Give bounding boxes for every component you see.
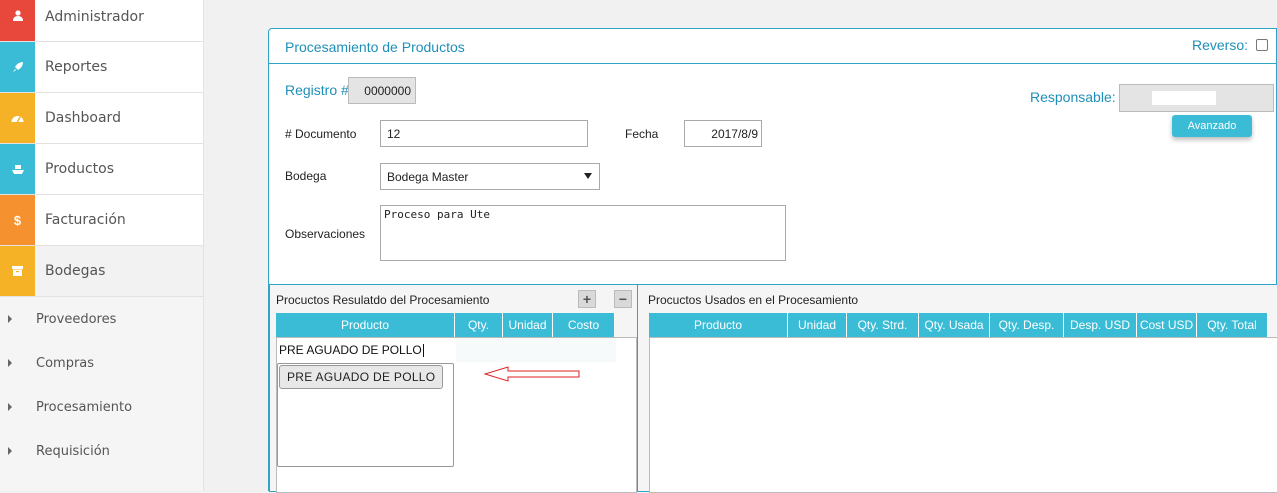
panel-divider [269, 63, 1276, 64]
ship-icon [0, 144, 35, 194]
sidebar-subitem-requisicion[interactable]: Requisición [0, 429, 203, 473]
sidebar-item-reportes[interactable]: Reportes [0, 42, 203, 93]
registro-label: Registro # [285, 82, 349, 98]
caret-right-icon [8, 447, 12, 455]
reverso-label: Reverso: [1191, 37, 1248, 53]
sidebar-subitem-label: Proveedores [36, 311, 117, 327]
resultado-panel: Procuctos Resulatdo del Procesamiento + … [269, 284, 638, 493]
panel-title: Procesamiento de Productos [285, 39, 465, 55]
redacted-value [1152, 91, 1216, 105]
usados-title: Procuctos Usados en el Procesamiento [648, 293, 859, 307]
archive-icon [0, 246, 35, 296]
column-header[interactable]: Qty. Desp. [990, 313, 1064, 337]
sidebar-item-label: Dashboard [45, 110, 121, 126]
sidebar-item-label: Productos [45, 161, 115, 177]
bodega-selected-value: Bodega Master [387, 169, 469, 184]
sidebar-subitem-label: Requisición [36, 443, 110, 459]
sidebar-item-label: Facturación [45, 212, 126, 228]
usados-table-body [649, 337, 1277, 493]
chevron-down-icon [584, 173, 592, 179]
row-cells [456, 338, 616, 362]
column-header[interactable]: Costo [553, 313, 615, 337]
registro-field: 0000000 [348, 77, 416, 104]
bodega-label: Bodega [285, 169, 327, 183]
fecha-label: Fecha [625, 127, 659, 141]
reverso-checkbox[interactable] [1256, 39, 1268, 51]
usados-panel: Procuctos Usados en el Procesamiento Pro… [638, 284, 1277, 493]
sidebar-item-bodegas[interactable]: Bodegas [0, 246, 203, 297]
column-header[interactable]: Unidad [503, 313, 553, 337]
column-header[interactable]: Desp. USD [1064, 313, 1137, 337]
caret-right-icon [8, 403, 12, 411]
dashboard-icon [0, 93, 35, 143]
text-cursor [422, 343, 424, 357]
sidebar-item-label: Reportes [45, 59, 108, 75]
sidebar-item-administrador[interactable]: Administrador [0, 0, 203, 42]
sidebar-subitem-procesamiento[interactable]: Procesamiento [0, 385, 203, 429]
sidebar-item-label: Bodegas [45, 263, 106, 279]
sidebar-subitem-label: Procesamiento [36, 399, 133, 415]
sidebar-subitem-label: Compras [36, 355, 95, 371]
add-row-button[interactable]: + [578, 290, 596, 308]
sidebar: Administrador Reportes Dashboard Product… [0, 0, 204, 491]
column-header[interactable]: Qty. [455, 313, 503, 337]
avanzado-button[interactable]: Avanzado [1172, 115, 1252, 137]
documento-label: # Documento [285, 127, 357, 141]
bodega-select[interactable]: Bodega Master [380, 163, 600, 190]
producto-input[interactable]: PRE AGUADO DE POLLO [277, 338, 454, 362]
sidebar-item-label: Administrador [45, 9, 144, 25]
dollar-icon: $ [0, 195, 35, 245]
documento-input[interactable]: 12 [380, 120, 588, 147]
fecha-input[interactable]: 2017/8/9 [684, 120, 762, 147]
resultado-title: Procuctos Resulatdo del Procesamiento [276, 293, 490, 307]
observaciones-label: Observaciones [285, 227, 366, 241]
column-header[interactable]: Producto [649, 313, 788, 337]
autocomplete-option[interactable]: PRE AGUADO DE POLLO [279, 365, 444, 389]
processing-panel: Procesamiento de Productos Reverso: Regi… [268, 28, 1277, 493]
rocket-icon [0, 42, 35, 92]
responsable-field[interactable] [1119, 84, 1274, 112]
remove-row-button[interactable]: − [614, 290, 632, 308]
sidebar-item-dashboard[interactable]: Dashboard [0, 93, 203, 144]
annotation-arrow [483, 366, 580, 382]
observaciones-textarea[interactable] [380, 205, 786, 261]
column-header[interactable]: Producto [276, 313, 455, 337]
column-header[interactable]: Unidad [788, 313, 847, 337]
column-header[interactable]: Qty. Usada [919, 313, 990, 337]
sidebar-subitem-proveedores[interactable]: Proveedores [0, 297, 203, 341]
caret-right-icon [8, 315, 12, 323]
usados-table-header: Producto Unidad Qty. Strd. Qty. Usada Qt… [649, 313, 1268, 337]
responsable-label: Responsable: [1030, 89, 1116, 105]
reverso-toggle: Reverso: [1192, 37, 1268, 53]
column-header[interactable]: Qty. Total [1197, 313, 1268, 337]
user-icon [0, 0, 35, 41]
producto-input-value: PRE AGUADO DE POLLO [279, 343, 422, 357]
resultado-table-header: Producto Qty. Unidad Costo [276, 313, 615, 337]
column-header[interactable]: Qty. Strd. [847, 313, 919, 337]
sidebar-item-productos[interactable]: Productos [0, 144, 203, 195]
column-header[interactable]: Cost USD [1137, 313, 1197, 337]
sidebar-subitem-compras[interactable]: Compras [0, 341, 203, 385]
caret-right-icon [8, 359, 12, 367]
sidebar-item-facturacion[interactable]: $ Facturación [0, 195, 203, 246]
autocomplete-dropdown: PRE AGUADO DE POLLO [277, 363, 454, 467]
